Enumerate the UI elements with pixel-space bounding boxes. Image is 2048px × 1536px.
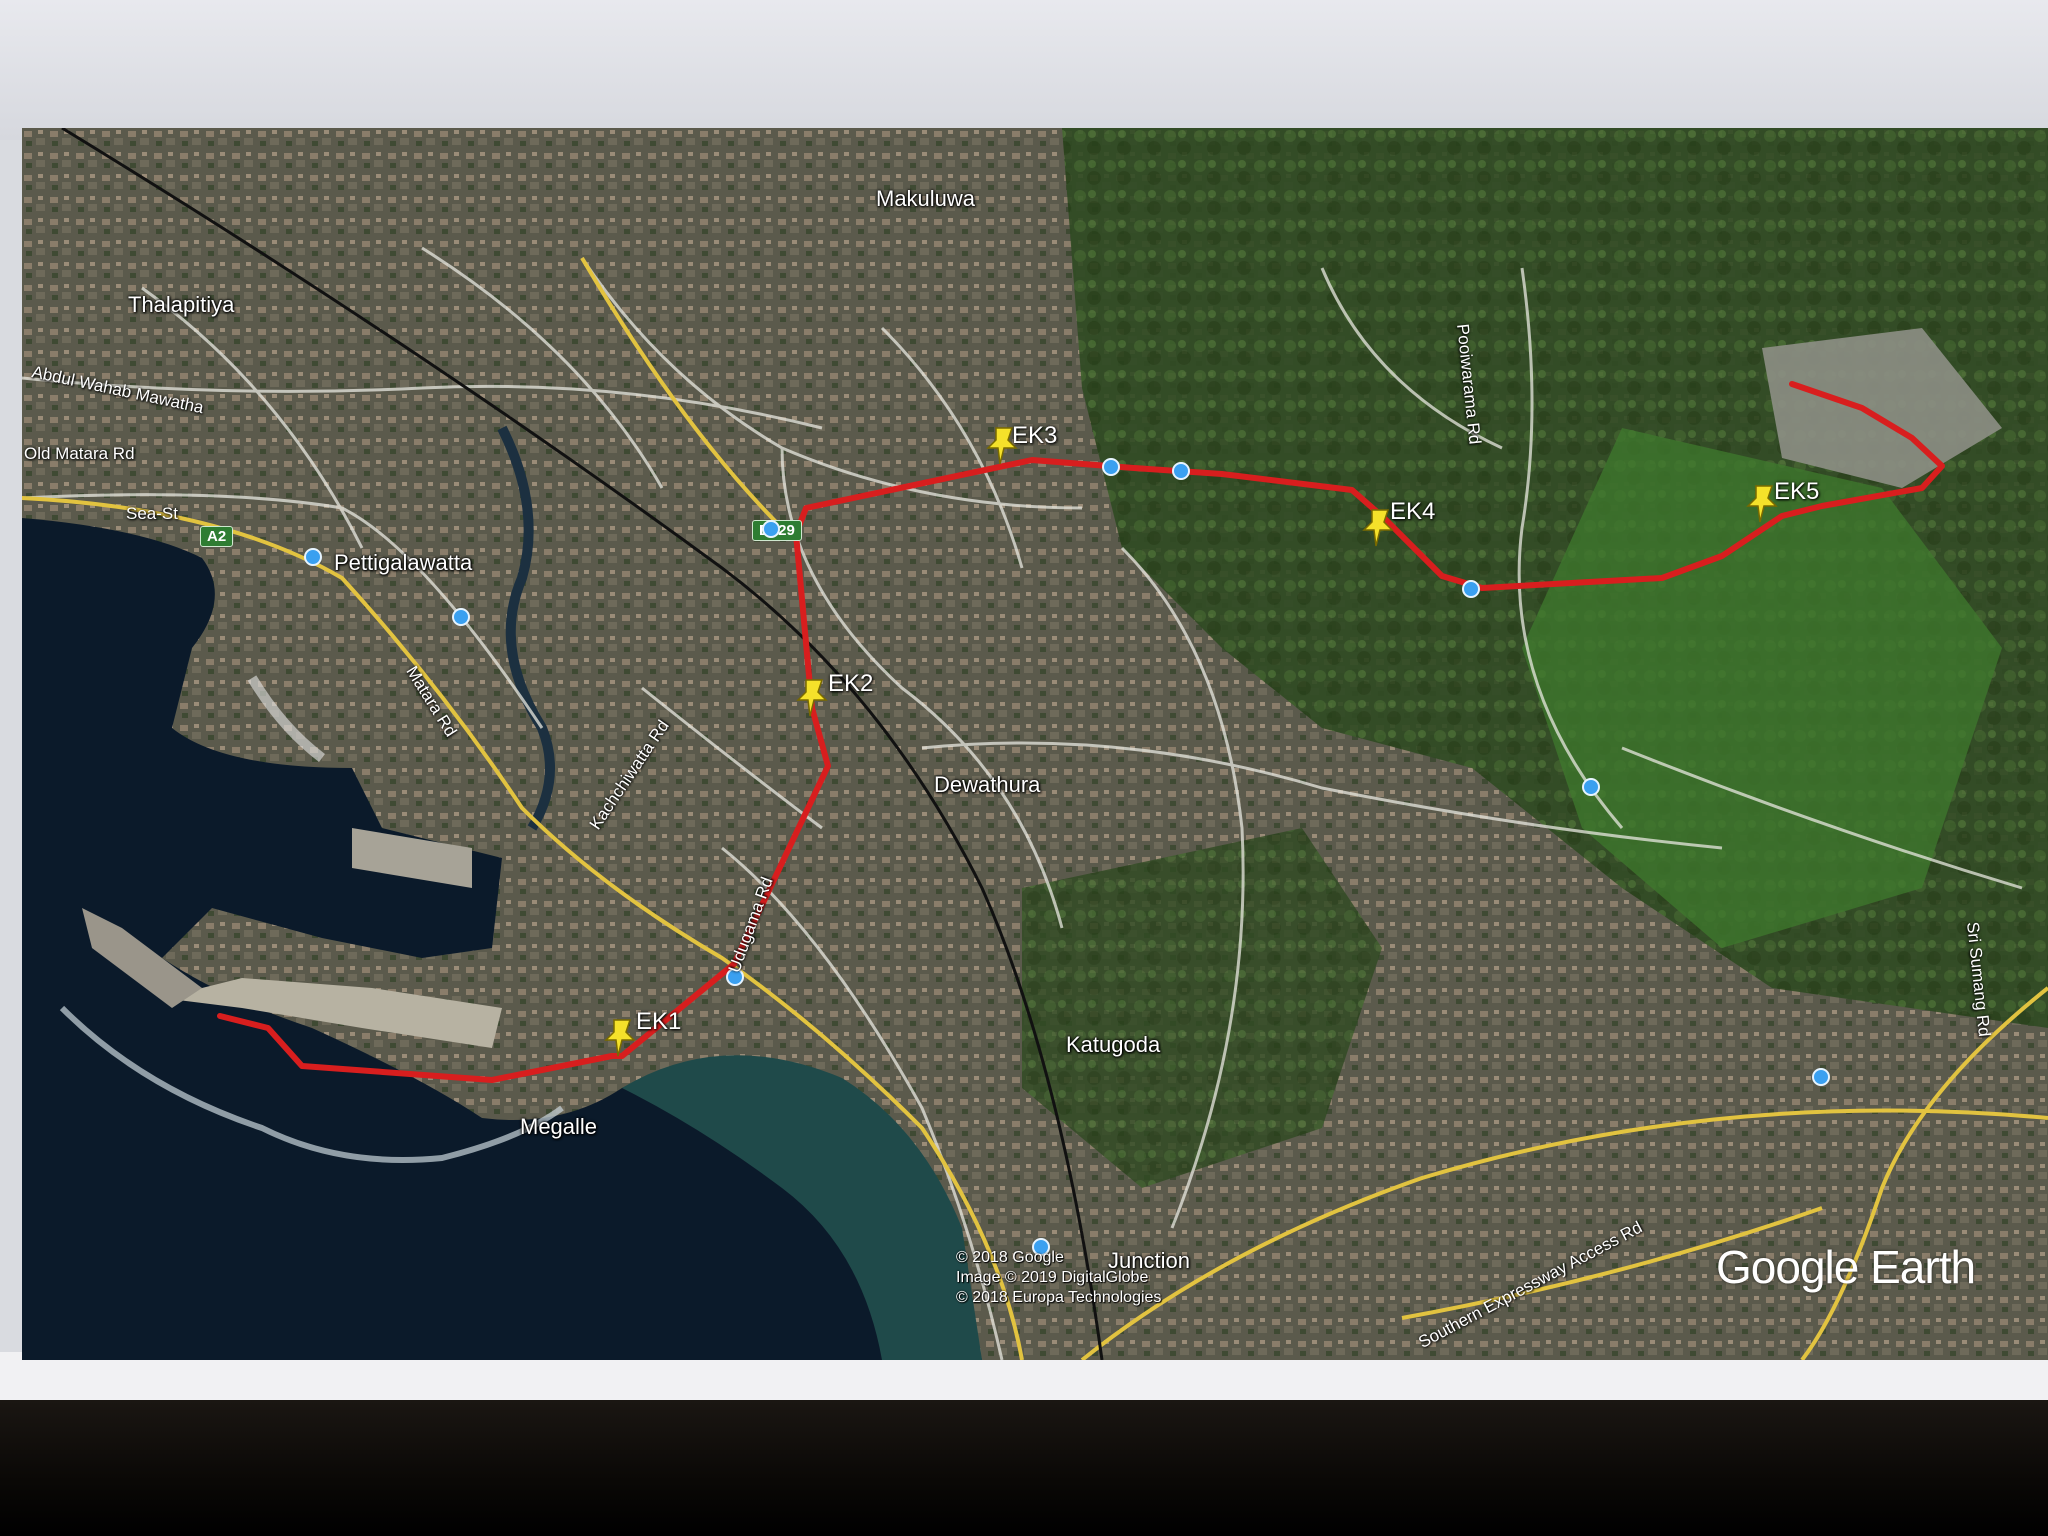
credit-line: © 2018 Europa Technologies [956, 1289, 1162, 1306]
monitor-bezel [0, 1400, 2048, 1536]
poi-icon[interactable] [1582, 778, 1600, 796]
road-shield-a2: A2 [200, 526, 234, 547]
place-label-megalle: Megalle [520, 1114, 598, 1139]
poi-icon[interactable] [762, 520, 780, 538]
place-label-makuluwa: Makuluwa [876, 186, 976, 211]
satellite-map[interactable]: A2 B129 Makuluwa Thalapitiya Pettigalawa… [22, 128, 2048, 1360]
marker-label-ek3: EK3 [1012, 422, 1058, 449]
poi-icon[interactable] [1172, 462, 1190, 480]
poi-icon[interactable] [1462, 580, 1480, 598]
marker-label-ek4: EK4 [1390, 498, 1436, 525]
road-label-old-matara-rd: Old Matara Rd [24, 444, 135, 463]
map-credits: © 2018 Google Image © 2019 DigitalGlobe … [956, 1248, 1161, 1308]
marker-label-ek2: EK2 [828, 670, 874, 697]
poi-icon[interactable] [1812, 1068, 1830, 1086]
photo-background-top [0, 0, 2048, 140]
poi-icon[interactable] [304, 548, 322, 566]
poi-icon[interactable] [452, 608, 470, 626]
place-label-katugoda: Katugoda [1066, 1032, 1161, 1057]
credit-line: © 2018 Google [956, 1249, 1064, 1266]
road-label-sea-st: Sea-St [126, 504, 178, 523]
place-label-thalapitiya: Thalapitiya [128, 292, 235, 317]
route-overlay [217, 381, 1945, 1083]
route-line [217, 381, 1945, 1083]
google-earth-logo: Google Earth [1716, 1241, 1976, 1293]
marker-label-ek1: EK1 [636, 1008, 682, 1035]
credit-line: Image © 2019 DigitalGlobe [956, 1269, 1149, 1286]
poi-icon[interactable] [1102, 458, 1120, 476]
place-label-dewathura: Dewathura [934, 772, 1041, 797]
marker-label-ek5: EK5 [1774, 478, 1820, 505]
place-label-pettigalawatta: Pettigalawatta [334, 550, 473, 575]
